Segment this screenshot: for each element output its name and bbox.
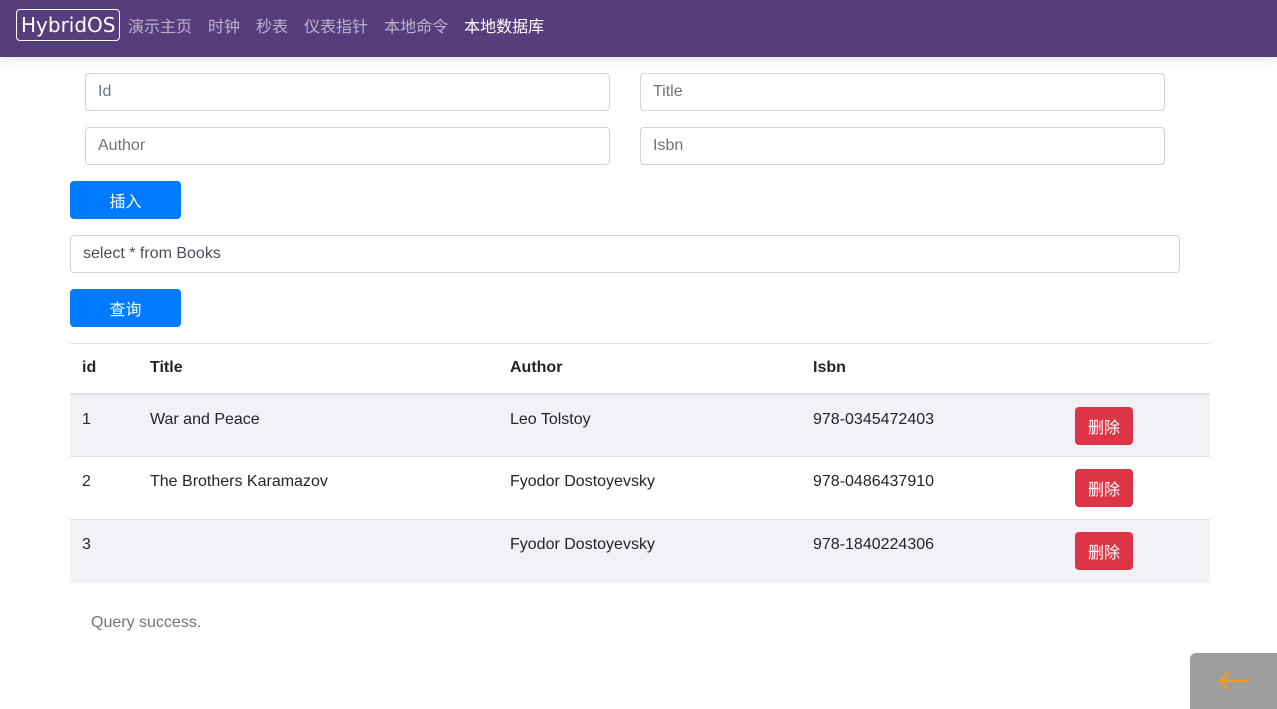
cell-author: Fyodor Dostoyevsky [498, 456, 801, 520]
arrow-left-icon [1219, 672, 1249, 690]
header-author: Author [498, 343, 801, 395]
back-button[interactable] [1190, 653, 1277, 709]
author-input[interactable] [85, 127, 610, 165]
nav-link-local-command[interactable]: 本地命令 [384, 13, 448, 37]
isbn-input[interactable] [640, 127, 1165, 165]
cell-title [138, 519, 498, 583]
id-input[interactable] [85, 73, 610, 111]
header-id: id [70, 343, 138, 395]
cell-id: 1 [70, 393, 138, 457]
header-isbn: Isbn [801, 343, 1063, 395]
cell-isbn: 978-1840224306 [801, 519, 1063, 583]
table-row: 1 War and Peace Leo Tolstoy 978-03454724… [70, 393, 1210, 457]
navbar: HybridOS 演示主页 时钟 秒表 仪表指针 本地命令 本地数据库 [0, 0, 1277, 57]
nav-link-clock[interactable]: 时钟 [208, 13, 240, 37]
nav-link-gauge[interactable]: 仪表指针 [304, 13, 368, 37]
delete-button[interactable]: 删除 [1075, 406, 1133, 445]
cell-title: The Brothers Karamazov [138, 456, 498, 520]
results-table: id Title Author Isbn 1 War and Peace Leo… [70, 343, 1210, 583]
cell-id: 3 [70, 519, 138, 583]
nav-link-demo-home[interactable]: 演示主页 [128, 13, 192, 37]
header-title: Title [138, 343, 498, 395]
nav-link-local-database[interactable]: 本地数据库 [464, 13, 544, 37]
status-message: Query success. [91, 614, 202, 631]
table-header-row: id Title Author Isbn [70, 343, 1210, 395]
cell-author: Leo Tolstoy [498, 393, 801, 457]
delete-button[interactable]: 删除 [1075, 532, 1133, 570]
table-row: 3 Fyodor Dostoyevsky 978-1840224306 删除 [70, 519, 1210, 583]
sql-query-input[interactable] [70, 235, 1180, 273]
cell-title: War and Peace [138, 393, 498, 457]
nav-link-stopwatch[interactable]: 秒表 [256, 13, 288, 37]
cell-actions: 删除 [1063, 456, 1210, 520]
delete-button[interactable]: 删除 [1075, 469, 1133, 507]
cell-author: Fyodor Dostoyevsky [498, 519, 801, 583]
insert-button[interactable]: 插入 [70, 181, 181, 219]
cell-id: 2 [70, 456, 138, 520]
cell-isbn: 978-0486437910 [801, 456, 1063, 520]
nav-links: 演示主页 时钟 秒表 仪表指针 本地命令 本地数据库 [128, 0, 560, 50]
cell-actions: 删除 [1063, 519, 1210, 583]
table-row: 2 The Brothers Karamazov Fyodor Dostoyev… [70, 456, 1210, 520]
cell-isbn: 978-0345472403 [801, 393, 1063, 457]
brand-logo[interactable]: HybridOS [16, 9, 121, 41]
query-button[interactable]: 查询 [70, 289, 181, 327]
title-input[interactable] [640, 73, 1165, 111]
header-actions [1063, 343, 1210, 395]
cell-actions: 删除 [1063, 393, 1210, 457]
